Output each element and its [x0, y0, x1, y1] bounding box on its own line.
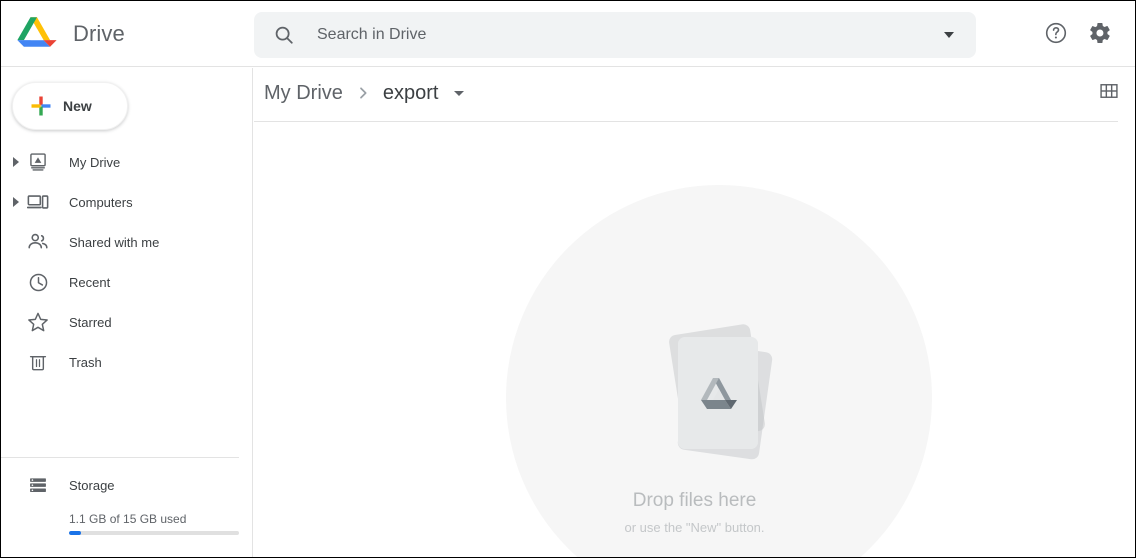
my-drive-icon — [26, 150, 50, 174]
help-button[interactable] — [1042, 20, 1070, 48]
plus-icon — [29, 94, 53, 118]
chevron-right-icon — [355, 85, 371, 101]
sidebar-item-label: Computers — [69, 194, 133, 210]
app-title: Drive — [73, 21, 125, 46]
storage-progress-fill — [69, 531, 81, 535]
help-circle-icon — [1044, 21, 1068, 48]
sidebar-item-recent[interactable]: Recent — [1, 262, 253, 302]
breadcrumb-item-my-drive[interactable]: My Drive — [264, 82, 343, 105]
breadcrumb-item-export[interactable]: export — [383, 82, 439, 105]
storage-icon — [26, 473, 50, 497]
google-drive-window: Drive Search in Drive New My Drive Compu… — [0, 0, 1136, 558]
breadcrumb-menu-button[interactable] — [450, 84, 468, 102]
storage-label: Storage — [69, 477, 115, 493]
expand-my-drive-icon[interactable] — [10, 156, 22, 168]
search-input[interactable] — [317, 26, 926, 44]
sidebar-divider — [1, 457, 239, 458]
sidebar-item-trash[interactable]: Trash — [1, 342, 253, 382]
sidebar-item-label: Starred — [69, 314, 112, 330]
search-bar[interactable] — [254, 12, 976, 58]
chevron-down-icon — [944, 32, 954, 38]
sidebar-nav: My Drive Computers Shared with me Recent… — [1, 142, 253, 382]
expand-computers-icon[interactable] — [10, 196, 22, 208]
sidebar-item-shared-with-me[interactable]: Shared with me — [1, 222, 253, 262]
sidebar-item-starred[interactable]: Starred — [1, 302, 253, 342]
breadcrumb-bar: My Drive export — [254, 68, 1135, 122]
trash-icon — [26, 350, 50, 374]
shared-with-me-icon — [26, 230, 50, 254]
drive-files-stack-icon — [654, 319, 784, 464]
empty-state-subtitle: or use the "New" button. — [624, 520, 765, 535]
sidebar-item-computers[interactable]: Computers — [1, 182, 253, 222]
clock-icon — [26, 270, 50, 294]
breadcrumb: My Drive export — [264, 78, 468, 108]
sidebar-item-label: Shared with me — [69, 234, 160, 250]
app-header: Drive — [1, 1, 1135, 67]
sidebar-item-storage[interactable]: Storage — [1, 465, 253, 505]
new-button[interactable]: New — [12, 82, 128, 130]
storage-usage-text: 1.1 GB of 15 GB used — [69, 512, 187, 526]
storage-progress-bar — [69, 531, 239, 535]
brand: Drive — [17, 13, 125, 55]
search-icon — [272, 23, 296, 47]
gear-icon — [1088, 21, 1112, 48]
sidebar-item-label: My Drive — [69, 154, 121, 170]
sidebar-item-my-drive[interactable]: My Drive — [1, 142, 253, 182]
sidebar-item-label: Trash — [69, 354, 102, 370]
main-content: My Drive export Drop files here or use t… — [254, 68, 1135, 557]
star-icon — [26, 310, 50, 334]
grid-view-toggle-button[interactable] — [1095, 78, 1123, 106]
new-button-label: New — [63, 98, 92, 114]
caret-down-icon — [454, 90, 465, 96]
empty-state: Drop files here or use the "New" button. — [254, 122, 1135, 557]
empty-state-title: Drop files here — [632, 490, 757, 511]
grid-view-icon — [1099, 81, 1119, 104]
computers-icon — [26, 190, 50, 214]
google-drive-logo-icon — [17, 14, 57, 55]
settings-button[interactable] — [1086, 20, 1114, 48]
sidebar: New My Drive Computers Shared with me Re… — [1, 68, 253, 557]
sidebar-item-label: Recent — [69, 274, 111, 290]
search-options-button[interactable] — [926, 12, 972, 58]
